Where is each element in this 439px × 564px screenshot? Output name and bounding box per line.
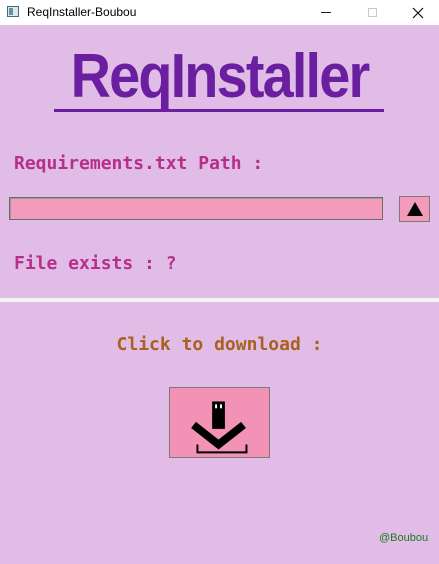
title-underline — [54, 109, 384, 112]
credit-text: @Boubou — [379, 532, 429, 544]
file-exists-status: File exists : ? — [14, 253, 177, 274]
maximize-icon — [367, 8, 377, 17]
download-arrow-icon — [191, 401, 248, 454]
minimize-icon — [321, 12, 331, 13]
minimize-button[interactable] — [303, 0, 349, 25]
window-title: ReqInstaller-Boubou — [27, 5, 137, 19]
window-titlebar: ReqInstaller-Boubou — [0, 0, 439, 25]
maximize-button[interactable] — [349, 0, 395, 25]
close-icon — [412, 7, 424, 18]
requirements-path-label: Requirements.txt Path : — [14, 153, 264, 174]
requirements-path-input[interactable] — [9, 197, 383, 220]
app-icon — [7, 6, 19, 17]
app-title: ReqInstaller — [70, 42, 371, 111]
download-button[interactable] — [169, 387, 270, 458]
browse-button[interactable] — [399, 196, 430, 222]
close-button[interactable] — [395, 0, 439, 25]
up-triangle-icon — [406, 202, 423, 216]
download-label: Click to download : — [116, 334, 323, 355]
section-divider — [0, 298, 439, 302]
